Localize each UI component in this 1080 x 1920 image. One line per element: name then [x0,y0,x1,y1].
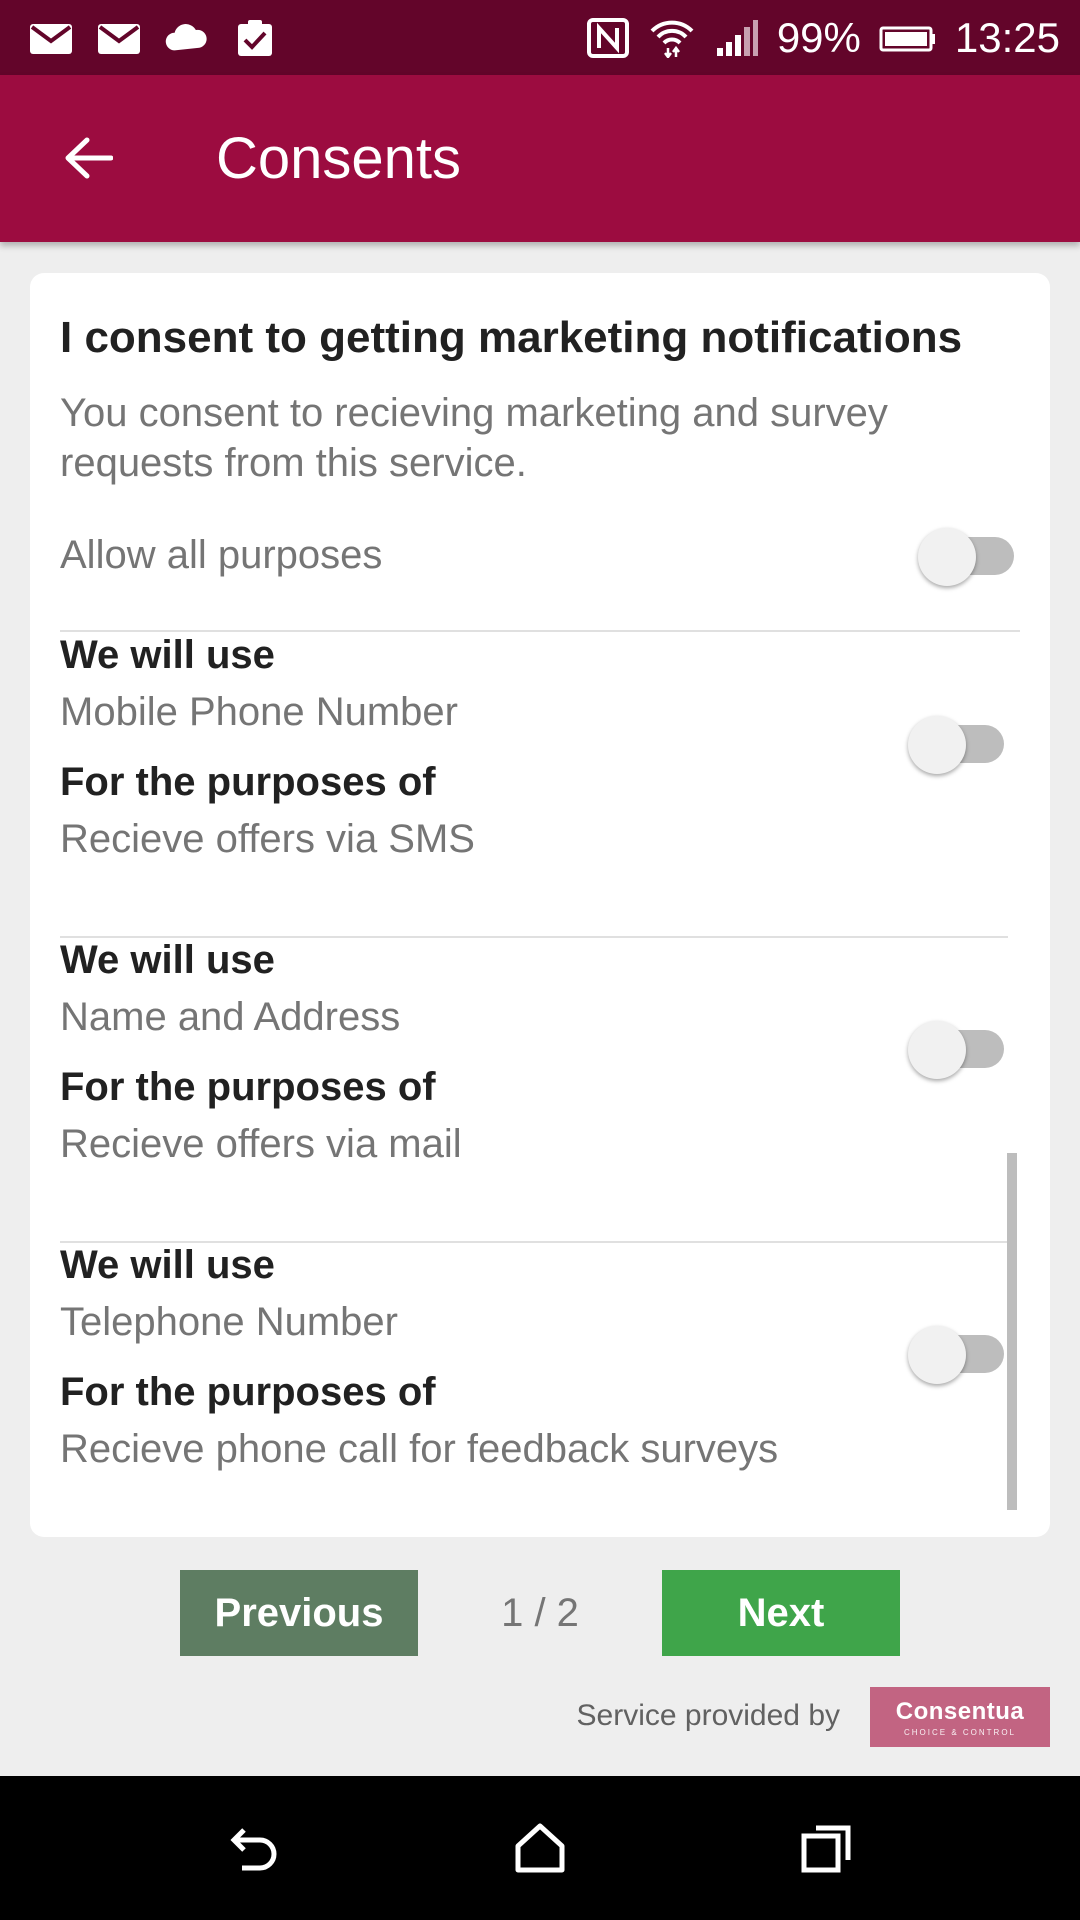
navigation-bar [0,1776,1080,1920]
recents-icon [801,1825,851,1873]
purpose-item: We will use Name and Address For the pur… [60,938,1020,1243]
purpose-label: For the purposes of [60,1370,436,1414]
back-button[interactable] [48,123,128,193]
purpose-toggle-sms[interactable] [908,709,1008,774]
nav-recents-button[interactable] [792,1812,864,1884]
nav-back-button[interactable] [216,1812,288,1884]
purpose-toggle-phone[interactable] [908,1319,1008,1384]
home-icon [515,1823,565,1873]
logo-text: Consentua [895,1697,1025,1725]
cell-signal-icon [713,18,759,58]
nav-home-button[interactable] [504,1812,576,1884]
battery-icon [879,18,937,58]
allow-all-label: Allow all purposes [60,533,383,577]
nfc-icon [585,17,631,58]
logo-tagline: CHOICE & CONTROL [903,1727,1016,1737]
purpose-label: For the purposes of [60,760,436,804]
next-button[interactable]: Next [662,1570,900,1656]
mail-icon [28,18,74,58]
clipboard-check-icon [232,18,278,58]
wifi-icon [649,18,695,58]
use-value: Name and Address [60,995,401,1039]
back-icon [230,1828,277,1871]
status-bar: 99% 13:25 [0,0,1080,75]
page-indicator: 1 / 2 [501,1590,579,1635]
consent-description: You consent to recieving marketing and s… [60,391,888,485]
clock: 13:25 [954,13,1060,61]
purpose-value: Recieve phone call for feedback surveys [60,1427,779,1471]
purpose-item: We will use Telephone Number For the pur… [60,1243,1020,1537]
mail-icon [96,18,142,58]
purpose-toggle-mail[interactable] [908,1014,1008,1079]
use-label: We will use [60,938,275,982]
consent-card: I consent to getting marketing notificat… [30,273,1050,1537]
use-label: We will use [60,1243,275,1287]
purpose-value: Recieve offers via SMS [60,817,475,861]
scrollbar[interactable] [1007,1153,1017,1510]
consentua-logo[interactable]: Consentua CHOICE & CONTROL [870,1687,1050,1747]
service-footer: Service provided by Consentua CHOICE & C… [0,1687,1080,1747]
cloud-icon [164,18,210,58]
previous-button[interactable]: Previous [180,1570,418,1656]
page-title: Consents [216,126,462,191]
use-value: Mobile Phone Number [60,690,458,734]
app-bar: Consents [0,75,1080,242]
battery-percent: 99% [776,13,861,61]
pager: Previous 1 / 2 Next [0,1570,1080,1656]
allow-all-toggle[interactable] [918,521,1018,586]
provided-by-text: Service provided by [576,1699,840,1732]
use-value: Telephone Number [60,1300,398,1344]
arrow-left-icon [65,137,113,179]
consent-title: I consent to getting marketing notificat… [60,313,963,362]
purpose-value: Recieve offers via mail [60,1122,462,1166]
divider [60,630,1020,632]
purpose-item: We will use Mobile Phone Number For the … [60,633,1020,938]
allow-all-row: Allow all purposes [60,528,1020,633]
purpose-label: For the purposes of [60,1065,436,1109]
use-label: We will use [60,633,275,677]
